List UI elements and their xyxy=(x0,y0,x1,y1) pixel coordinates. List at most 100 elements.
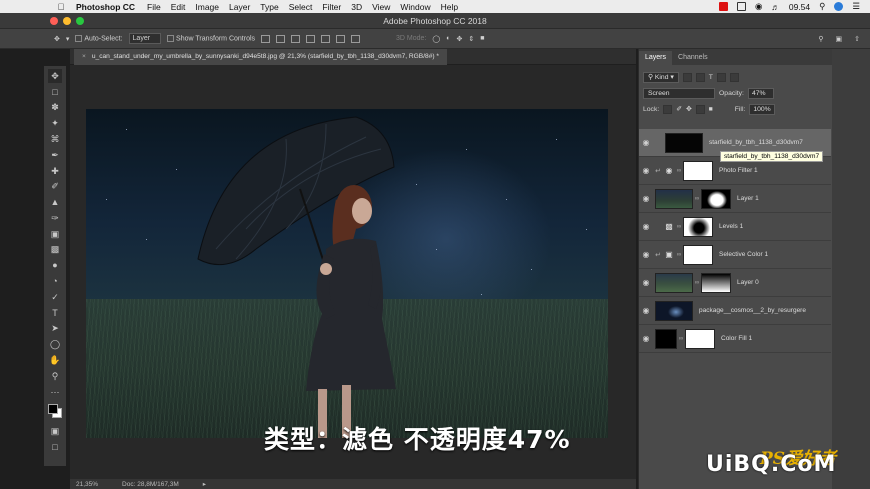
visibility-eye-icon[interactable]: ◉ xyxy=(639,278,653,287)
hand-tool-icon[interactable]: ✋ xyxy=(48,353,62,367)
3d-orbit-icon[interactable]: ◯ xyxy=(432,35,440,43)
layer-filter-dropdown[interactable]: ⚲ Kind ▾ xyxy=(643,71,679,83)
align-top-icon[interactable] xyxy=(261,34,271,43)
zoom-level[interactable]: 21,35% xyxy=(76,481,98,488)
eraser-tool-icon[interactable]: ▣ xyxy=(48,227,62,241)
menu-file[interactable]: File xyxy=(147,2,161,12)
wifi-icon[interactable]: ◉ xyxy=(755,1,762,12)
canvas-image[interactable] xyxy=(86,109,608,438)
align-right-icon[interactable] xyxy=(336,34,346,43)
filter-smart-object-icon[interactable] xyxy=(729,72,739,82)
zoom-tool-icon[interactable]: ⚲ xyxy=(48,369,62,383)
close-window-button[interactable] xyxy=(50,17,58,25)
minimize-window-button[interactable] xyxy=(63,17,71,25)
screen-mode-icon[interactable]: □ xyxy=(48,440,62,454)
link-chain-icon[interactable]: ∞ xyxy=(693,280,701,286)
lock-transparent-icon[interactable] xyxy=(663,104,673,114)
3d-roll-icon[interactable]: ◐ xyxy=(446,35,450,42)
layer-row-selective-color[interactable]: ◉ ↵ ▣ ∞ Selective Color 1 xyxy=(639,241,831,269)
status-arrow-icon[interactable]: ▸ xyxy=(203,480,206,488)
link-chain-icon[interactable]: ∞ xyxy=(693,196,701,202)
tab-layers[interactable]: Layers xyxy=(639,51,673,65)
notification-icon[interactable]: ☰ xyxy=(852,1,860,12)
tab-channels[interactable]: Channels xyxy=(672,51,714,65)
menu-select[interactable]: Select xyxy=(289,2,313,12)
eyedropper-tool-icon[interactable]: ✒ xyxy=(48,148,62,162)
align-vcenter-icon[interactable] xyxy=(276,34,286,43)
link-chain-icon[interactable]: ∞ xyxy=(675,252,683,258)
gradient-tool-icon[interactable]: ▩ xyxy=(48,242,62,256)
menu-3d[interactable]: 3D xyxy=(351,2,362,12)
crop-tool-icon[interactable]: ⌘ xyxy=(48,132,62,146)
type-tool-icon[interactable]: T xyxy=(48,306,62,320)
siri-icon[interactable] xyxy=(834,2,844,11)
link-chain-icon[interactable]: ∞ xyxy=(677,336,685,342)
visibility-eye-icon[interactable]: ◉ xyxy=(639,334,653,343)
color-swatches[interactable] xyxy=(47,403,63,419)
3d-pan-icon[interactable]: ✥ xyxy=(456,35,462,43)
layer-mask-thumbnail[interactable] xyxy=(701,272,731,293)
layer-row-color-fill[interactable]: ◉ ∞ Color Fill 1 xyxy=(639,325,831,353)
layer-mask-thumbnail[interactable] xyxy=(685,328,715,349)
lasso-tool-icon[interactable]: ✽ xyxy=(48,100,62,114)
volume-icon[interactable]: ♬ xyxy=(771,2,780,12)
search-icon[interactable]: ⚲ xyxy=(818,35,823,43)
layer-row-layer-1[interactable]: ◉ ∞ Layer 1 xyxy=(639,185,831,213)
layer-mask-thumbnail[interactable] xyxy=(683,160,713,181)
history-brush-tool-icon[interactable]: ✑ xyxy=(48,211,62,225)
lock-position-icon[interactable]: ✥ xyxy=(686,105,692,113)
foreground-color[interactable] xyxy=(48,404,58,415)
visibility-eye-icon[interactable]: ◉ xyxy=(639,250,653,259)
path-select-tool-icon[interactable]: ➤ xyxy=(48,321,62,335)
marquee-tool-icon[interactable]: □ xyxy=(48,85,62,99)
move-tool-icon[interactable]: ✥ xyxy=(48,68,62,83)
menu-edit[interactable]: Edit xyxy=(171,2,186,12)
healing-brush-tool-icon[interactable]: ✚ xyxy=(48,164,62,178)
distribute-icon[interactable] xyxy=(351,34,361,43)
layer-mask-thumbnail[interactable] xyxy=(683,216,713,237)
menu-image[interactable]: Image xyxy=(195,2,219,12)
lock-artboard-icon[interactable] xyxy=(695,104,705,114)
move-tool-icon[interactable]: ✥ xyxy=(54,35,60,43)
share-icon[interactable]: ⇧ xyxy=(854,35,860,43)
3d-slide-icon[interactable]: ⇕ xyxy=(468,35,474,43)
3d-scale-icon[interactable]: ■ xyxy=(480,35,484,42)
brush-tool-icon[interactable]: ✐ xyxy=(48,179,62,193)
document-tab[interactable]: × u_can_stand_under_my_umbrella_by_sunnys… xyxy=(74,49,447,65)
fill-input[interactable]: 100% xyxy=(749,103,776,115)
tool-preset-chevron-icon[interactable]: ▾ xyxy=(66,35,70,43)
dodge-tool-icon[interactable]: ◔ xyxy=(48,274,62,288)
zoom-window-button[interactable] xyxy=(76,17,84,25)
visibility-eye-icon[interactable]: ◉ xyxy=(639,306,653,315)
visibility-eye-icon[interactable]: ◉ xyxy=(639,194,653,203)
opacity-input[interactable]: 47% xyxy=(747,87,774,99)
display-icon[interactable] xyxy=(736,2,746,11)
lock-all-icon[interactable]: ■ xyxy=(709,106,713,113)
filter-type-icon[interactable]: T xyxy=(709,74,713,81)
ellipse-tool-icon[interactable]: ◯ xyxy=(48,337,62,351)
layer-mask-thumbnail[interactable] xyxy=(701,188,731,209)
menu-layer[interactable]: Layer xyxy=(229,2,250,12)
doc-size[interactable]: Doc: 28,8M/167,3M xyxy=(122,481,179,488)
show-transform-checkbox[interactable]: Show Transform Controls xyxy=(167,34,255,42)
menu-app-name[interactable]: Photoshop CC xyxy=(76,2,135,12)
link-chain-icon[interactable]: ∞ xyxy=(675,224,683,230)
blend-mode-dropdown[interactable]: Screen xyxy=(643,87,715,99)
filter-adjustment-icon[interactable] xyxy=(695,72,705,82)
app-status-icon[interactable] xyxy=(718,2,728,11)
clone-stamp-tool-icon[interactable]: ▲ xyxy=(48,195,62,209)
layer-mask-thumbnail[interactable] xyxy=(683,244,713,265)
layer-row-package-cosmos[interactable]: ◉ package__cosmos__2_by_resurgere xyxy=(639,297,831,325)
layer-row-layer-0[interactable]: ◉ ∞ Layer 0 xyxy=(639,269,831,297)
align-bottom-icon[interactable] xyxy=(291,34,301,43)
quick-select-tool-icon[interactable]: ✦ xyxy=(48,116,62,130)
menu-type[interactable]: Type xyxy=(260,2,278,12)
layer-row-levels[interactable]: ◉ ▩ ∞ Levels 1 xyxy=(639,213,831,241)
align-left-icon[interactable] xyxy=(306,34,316,43)
blur-tool-icon[interactable]: ● xyxy=(48,258,62,272)
align-hcenter-icon[interactable] xyxy=(321,34,331,43)
apple-icon[interactable]:  xyxy=(54,2,68,12)
clock[interactable]: 09.54 xyxy=(789,2,810,12)
visibility-eye-icon[interactable]: ◉ xyxy=(639,222,653,231)
menu-window[interactable]: Window xyxy=(400,2,430,12)
